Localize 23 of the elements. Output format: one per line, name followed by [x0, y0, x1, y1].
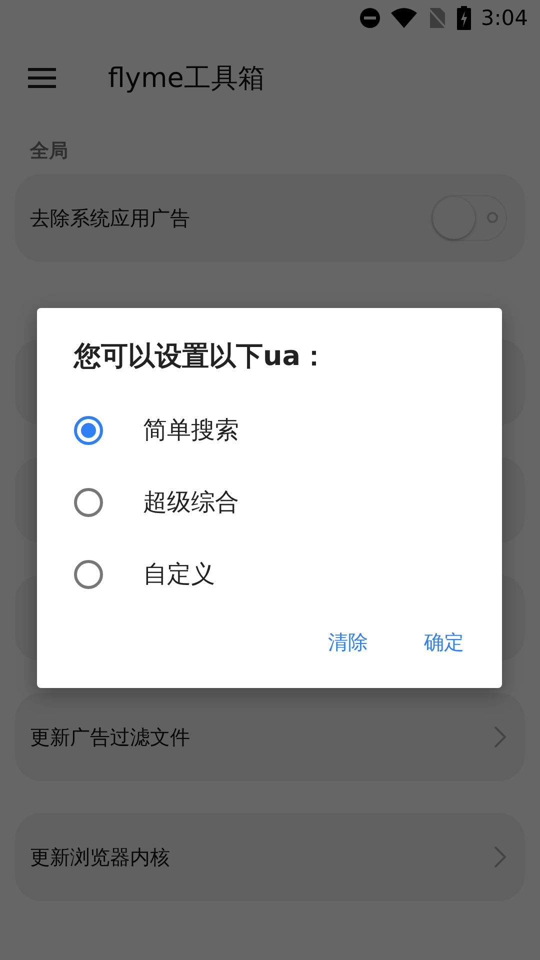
- dialog-button[interactable]: 确定: [416, 623, 472, 662]
- clock-time: 3:04: [480, 6, 528, 30]
- settings-card[interactable]: 更新广告过滤文件: [15, 693, 525, 781]
- chevron-right-icon: [493, 725, 507, 749]
- menu-icon[interactable]: [28, 68, 56, 88]
- option-label[interactable]: 超级综合: [143, 486, 239, 518]
- setting-label: 去除系统应用广告: [30, 204, 190, 232]
- wifi-icon: [390, 8, 417, 28]
- app-title: flyme工具箱: [108, 62, 265, 96]
- option-label[interactable]: 自定义: [143, 558, 215, 590]
- radio-button[interactable]: [74, 488, 103, 516]
- settings-card[interactable]: 去除系统应用广告: [15, 174, 525, 262]
- setting-label: 更新广告过滤文件: [30, 724, 190, 750]
- setting-label: 更新浏览器内核: [30, 844, 170, 870]
- settings-card[interactable]: 更新浏览器内核: [15, 813, 525, 901]
- dialog-title: 您可以设置以下ua：: [74, 340, 328, 374]
- do-not-disturb-icon: [358, 7, 381, 29]
- radio-button[interactable]: [74, 560, 103, 588]
- dialog-button[interactable]: 清除: [320, 623, 376, 662]
- option-label[interactable]: 简单搜索: [143, 414, 239, 446]
- radio-button[interactable]: [74, 416, 103, 444]
- chevron-right-icon: [493, 845, 507, 869]
- battery-charging-icon: [456, 6, 471, 30]
